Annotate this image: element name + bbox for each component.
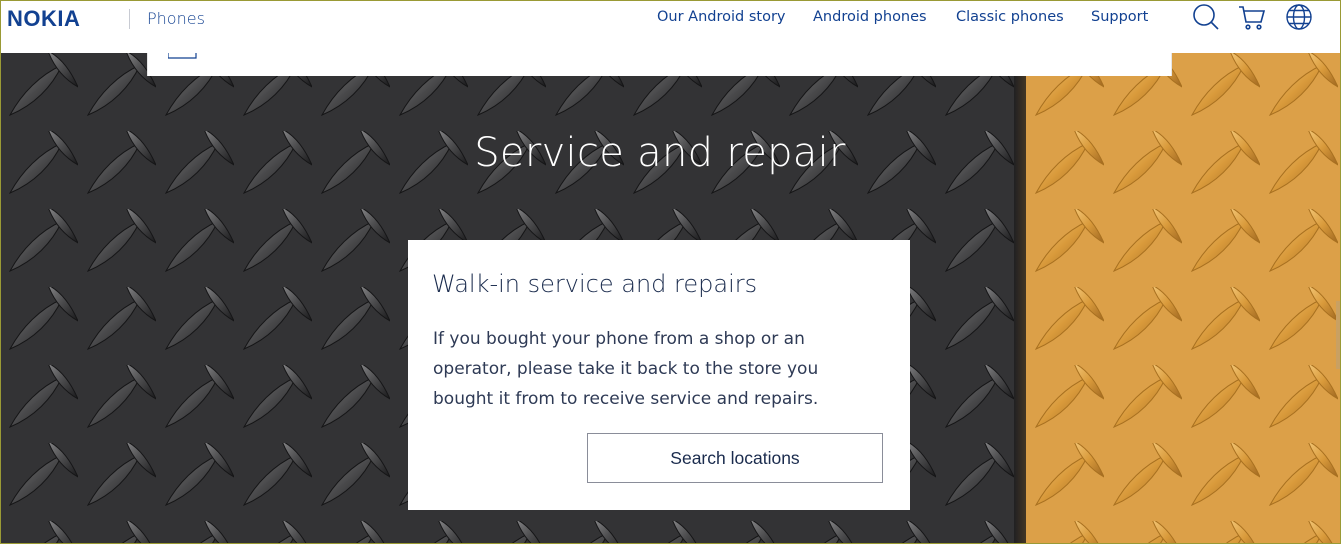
partial-icon: [168, 53, 197, 59]
nav-item-classic-phones[interactable]: Classic phones: [956, 9, 1064, 25]
site-header: NOKIA Phones Our Android story Android p…: [0, 0, 1341, 53]
page-title: Service and repair: [474, 130, 846, 176]
search-locations-button[interactable]: Search locations: [587, 433, 883, 483]
yellow-plate-background: [1026, 53, 1341, 544]
nav-item-android-story[interactable]: Our Android story: [657, 9, 786, 25]
walk-in-service-card: Walk-in service and repairs If you bough…: [408, 240, 910, 510]
header-divider: [129, 9, 130, 29]
page-scrollbar[interactable]: [1336, 53, 1341, 544]
dropdown-panel-edge: [147, 53, 1172, 76]
card-description: If you bought your phone from a shop or …: [433, 329, 819, 409]
globe-icon[interactable]: [1285, 3, 1313, 31]
hero-banner: Service and repair Walk-in service and r…: [0, 53, 1341, 544]
nokia-logo[interactable]: NOKIA: [7, 6, 80, 32]
cart-icon[interactable]: [1238, 3, 1266, 31]
section-label-phones[interactable]: Phones: [147, 9, 205, 28]
nav-item-support[interactable]: Support: [1091, 9, 1148, 25]
scrollbar-thumb[interactable]: [1336, 301, 1341, 369]
search-icon[interactable]: [1192, 3, 1220, 31]
nav-item-android-phones[interactable]: Android phones: [813, 9, 927, 25]
card-title: Walk-in service and repairs: [432, 270, 758, 298]
